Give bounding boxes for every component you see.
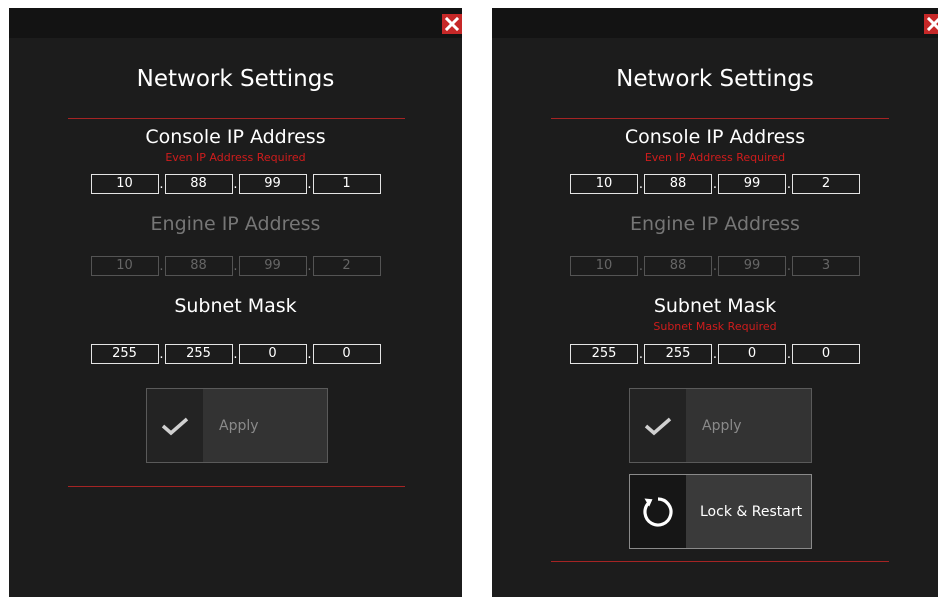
network-settings-dialog-right: Network Settings Console IP Address Even…	[492, 8, 938, 597]
console-ip-label: Console IP Address	[624, 126, 806, 148]
top-divider	[68, 118, 405, 119]
console-ip-octet-1[interactable]: 10	[90, 174, 159, 194]
close-button[interactable]	[924, 14, 938, 34]
close-icon	[445, 17, 459, 31]
apply-label: Apply	[219, 417, 259, 434]
apply-label: Apply	[702, 417, 742, 434]
engine-ip-octet-3: 99	[238, 256, 307, 276]
subnet-mask-hint: Subnet Mask Required	[653, 320, 777, 333]
engine-ip-octet-1: 10	[570, 256, 638, 276]
console-ip-octet-4[interactable]: 2	[792, 174, 860, 194]
lock-restart-label: Lock & Restart	[700, 503, 803, 520]
engine-ip-octet-3: 99	[718, 256, 786, 276]
subnet-mask-label: Subnet Mask	[174, 295, 297, 317]
console-ip-label: Console IP Address	[145, 126, 326, 148]
console-ip-row: 10 . 88 . 99 . 2	[492, 172, 938, 194]
subnet-mask-row: 255 . 255 . 0 . 0	[492, 342, 938, 364]
subnet-octet-2[interactable]: 255	[164, 344, 233, 364]
checkmark-icon	[644, 417, 672, 435]
dialog-title: Network Settings	[616, 66, 814, 92]
engine-ip-octet-1: 10	[90, 256, 159, 276]
console-ip-octet-4[interactable]: 1	[312, 174, 381, 194]
console-ip-octet-2[interactable]: 88	[644, 174, 712, 194]
engine-ip-octet-4: 2	[312, 256, 381, 276]
top-divider	[551, 118, 889, 119]
console-ip-row: 10 . 88 . 99 . 1	[9, 172, 462, 194]
apply-button[interactable]: Apply	[146, 388, 328, 463]
engine-ip-row: 10 . 88 . 99 . 3	[492, 254, 938, 276]
lock-restart-button[interactable]: Lock & Restart	[629, 474, 812, 549]
restart-icon	[643, 496, 673, 527]
subnet-octet-3[interactable]: 0	[718, 344, 786, 364]
close-icon	[927, 17, 938, 31]
bottom-divider	[68, 486, 405, 487]
dialog-title: Network Settings	[136, 66, 335, 92]
engine-ip-row: 10 . 88 . 99 . 2	[9, 254, 462, 276]
title-bar	[9, 8, 462, 38]
console-ip-octet-3[interactable]: 99	[238, 174, 307, 194]
console-ip-hint: Even IP Address Required	[165, 151, 306, 164]
bottom-divider	[551, 561, 889, 562]
engine-ip-label: Engine IP Address	[150, 213, 321, 235]
close-button[interactable]	[442, 14, 462, 34]
console-ip-octet-2[interactable]: 88	[164, 174, 233, 194]
console-ip-octet-3[interactable]: 99	[718, 174, 786, 194]
subnet-octet-1[interactable]: 255	[570, 344, 638, 364]
console-ip-hint: Even IP Address Required	[644, 151, 786, 164]
title-bar	[492, 8, 938, 38]
engine-ip-octet-2: 88	[644, 256, 712, 276]
subnet-octet-1[interactable]: 255	[90, 344, 159, 364]
subnet-octet-3[interactable]: 0	[238, 344, 307, 364]
subnet-octet-4[interactable]: 0	[792, 344, 860, 364]
engine-ip-octet-2: 88	[164, 256, 233, 276]
checkmark-icon	[161, 417, 189, 435]
console-ip-octet-1[interactable]: 10	[570, 174, 638, 194]
network-settings-dialog-left: Network Settings Console IP Address Even…	[9, 8, 462, 597]
engine-ip-octet-4: 3	[792, 256, 860, 276]
subnet-mask-row: 255 . 255 . 0 . 0	[9, 342, 462, 364]
subnet-octet-4[interactable]: 0	[312, 344, 381, 364]
subnet-mask-label: Subnet Mask	[653, 295, 777, 317]
apply-button[interactable]: Apply	[629, 388, 812, 463]
engine-ip-label: Engine IP Address	[630, 213, 800, 235]
subnet-octet-2[interactable]: 255	[644, 344, 712, 364]
